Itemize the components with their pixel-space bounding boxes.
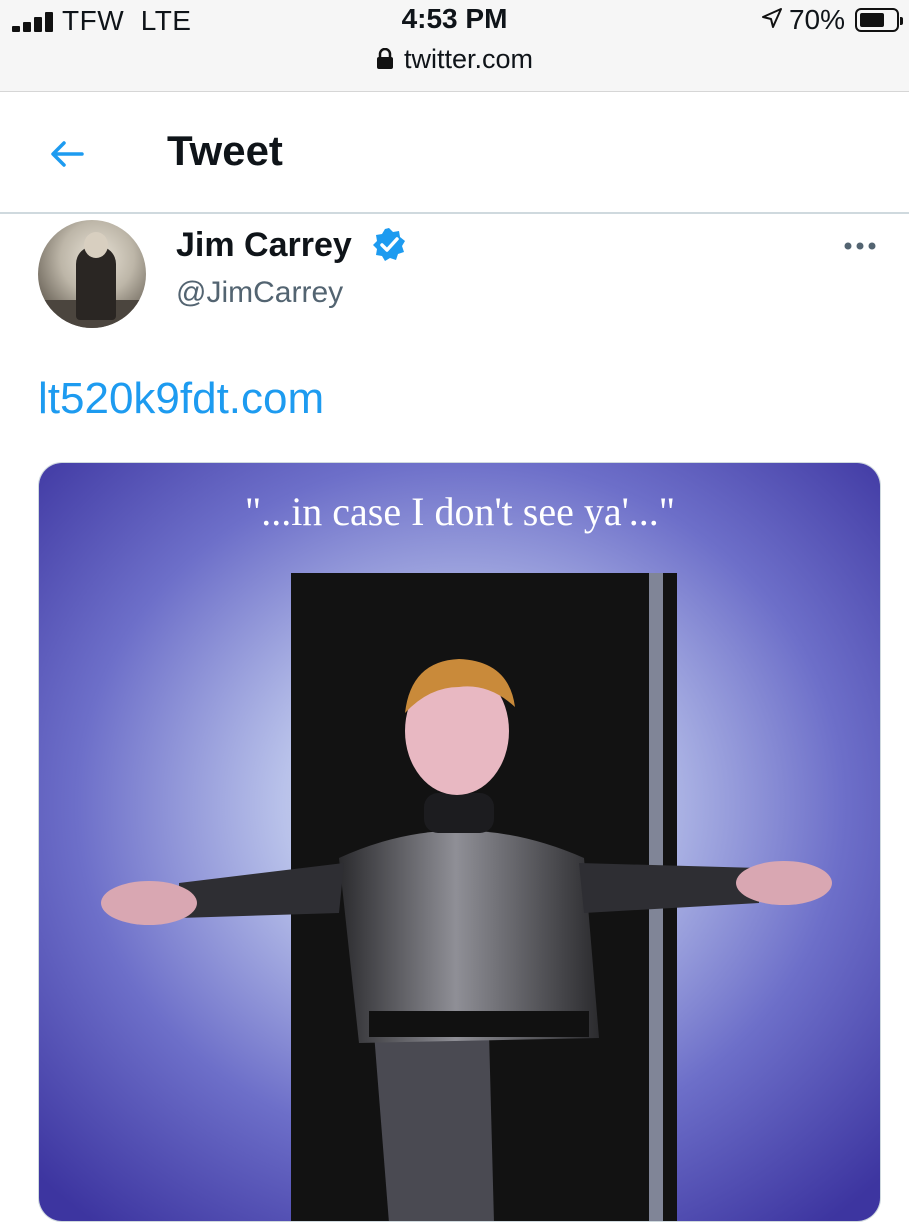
location-icon: [761, 4, 783, 36]
tweet-link[interactable]: lt520k9fdt.com: [38, 374, 324, 424]
status-bar: TFW LTE 4:53 PM twitter.com 70%: [0, 0, 909, 92]
battery-tip: [900, 17, 903, 25]
address-bar[interactable]: twitter.com: [0, 44, 909, 77]
illustration-image: "...in case I don't see ya'...": [39, 463, 880, 1221]
tweet-header: Tweet: [0, 93, 909, 214]
battery-icon: [855, 8, 903, 32]
avatar[interactable]: [38, 220, 146, 328]
figure-legs: [374, 1033, 494, 1221]
tweet-author-row: Jim Carrey @JimCarrey: [0, 216, 909, 346]
avatar-head: [84, 232, 108, 258]
arrow-left-icon[interactable]: [44, 131, 90, 177]
author-name[interactable]: Jim Carrey: [176, 226, 352, 265]
tweet-media-image[interactable]: "...in case I don't see ya'...": [38, 462, 881, 1222]
battery-percent: 70%: [788, 4, 845, 35]
status-right-group: 70%: [761, 4, 903, 36]
more-horizontal-icon[interactable]: [836, 236, 884, 256]
verified-badge-icon: [370, 226, 408, 264]
author-handle[interactable]: @JimCarrey: [176, 276, 343, 310]
figure-belt: [369, 1011, 589, 1037]
figure-right-hand: [736, 861, 832, 905]
page-title: Tweet: [167, 127, 283, 174]
battery-fill: [860, 13, 884, 27]
address-url: twitter.com: [403, 44, 534, 74]
figure-collar: [424, 793, 494, 833]
figure-left-hand: [101, 881, 197, 925]
lock-icon: [376, 46, 394, 77]
illustration-caption: "...in case I don't see ya'...": [245, 489, 675, 534]
